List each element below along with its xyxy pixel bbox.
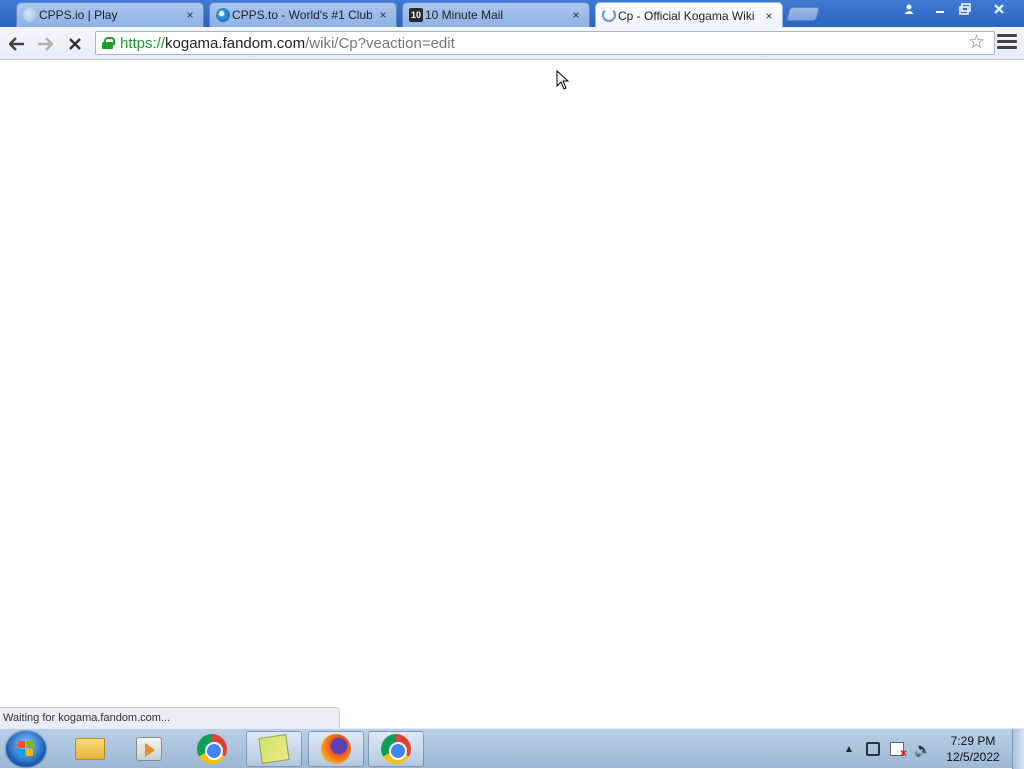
back-arrow-icon — [9, 37, 24, 51]
taskbar-chrome-button[interactable] — [184, 731, 240, 767]
forward-arrow-icon — [38, 37, 53, 51]
taskbar-firefox-button[interactable] — [308, 731, 364, 767]
page-content-area — [0, 61, 1024, 728]
stop-loading-button[interactable] — [63, 32, 87, 56]
show-hidden-icons-button[interactable]: ▲ — [844, 729, 854, 769]
taskbar-media-player-button[interactable] — [121, 731, 177, 767]
close-window-icon[interactable] — [980, 0, 1018, 18]
tab-close-icon[interactable]: × — [376, 8, 390, 22]
loading-spinner-icon — [602, 8, 616, 22]
secure-lock-icon — [102, 37, 115, 49]
cpps-to-favicon-icon — [216, 8, 230, 22]
action-center-flag-icon[interactable] — [890, 729, 908, 769]
browser-toolbar: https://kogama.fandom.com/wiki/Cp?veacti… — [0, 27, 1024, 60]
cpps-io-favicon-icon — [23, 8, 37, 22]
system-clock[interactable]: 7:29 PM 12/5/2022 — [940, 733, 1006, 765]
tab-title: CPPS.io | Play — [39, 8, 118, 22]
minimize-icon[interactable] — [928, 0, 952, 18]
network-icon[interactable] — [866, 729, 884, 769]
folder-icon — [75, 738, 105, 760]
url-path: /wiki/Cp?veaction=edit — [305, 34, 455, 52]
start-button[interactable] — [6, 731, 46, 767]
media-player-icon — [136, 737, 162, 761]
tab-cpps-to[interactable]: CPPS.to - World's #1 Club × — [209, 2, 397, 27]
chrome-icon — [197, 734, 227, 764]
firefox-icon — [321, 734, 351, 764]
forward-button[interactable] — [33, 32, 57, 56]
browser-tab-strip: CPPS.io | Play × CPPS.to - World's #1 Cl… — [0, 0, 1024, 28]
bookmark-star-icon[interactable]: ☆ — [968, 31, 985, 54]
url-host: kogama.fandom.com — [165, 34, 306, 52]
new-tab-button[interactable] — [786, 7, 820, 21]
show-desktop-button[interactable] — [1012, 729, 1024, 769]
clock-date: 12/5/2022 — [946, 750, 1000, 764]
chrome-menu-icon[interactable] — [997, 34, 1017, 52]
tab-title: CPPS.to - World's #1 Club — [232, 8, 372, 22]
tab-title: Cp - Official Kogama Wiki — [618, 8, 755, 23]
taskbar-sticky-notes-button[interactable] — [246, 731, 302, 767]
url-scheme: https:// — [120, 34, 166, 52]
windows-logo-icon — [18, 741, 34, 757]
tab-10-minute-mail[interactable]: 10 10 Minute Mail × — [402, 2, 590, 27]
restore-icon[interactable] — [953, 0, 977, 18]
stop-x-icon — [69, 38, 81, 50]
tab-cpps-io[interactable]: CPPS.io | Play × — [16, 2, 204, 27]
tab-close-icon[interactable]: × — [183, 8, 197, 22]
user-profile-icon[interactable] — [897, 0, 921, 18]
windows-taskbar: ▲ 🔈 7:29 PM 12/5/2022 — [0, 728, 1024, 769]
volume-icon[interactable]: 🔈 — [914, 729, 932, 769]
mail-favicon-icon: 10 — [409, 8, 423, 22]
taskbar-chrome-active-button[interactable] — [368, 731, 424, 767]
tab-kogama-wiki[interactable]: Cp - Official Kogama Wiki × — [595, 2, 783, 28]
clock-time: 7:29 PM — [950, 734, 996, 748]
tab-title: 10 Minute Mail — [425, 8, 504, 22]
tab-close-icon[interactable]: × — [762, 9, 776, 23]
address-bar[interactable]: https://kogama.fandom.com/wiki/Cp?veacti… — [95, 31, 995, 55]
tab-close-icon[interactable]: × — [569, 8, 583, 22]
status-bubble: Waiting for kogama.fandom.com... — [0, 707, 340, 728]
sticky-notes-icon — [258, 734, 290, 764]
chrome-icon — [381, 734, 411, 764]
back-button[interactable] — [5, 32, 29, 56]
taskbar-explorer-button[interactable] — [62, 731, 118, 767]
